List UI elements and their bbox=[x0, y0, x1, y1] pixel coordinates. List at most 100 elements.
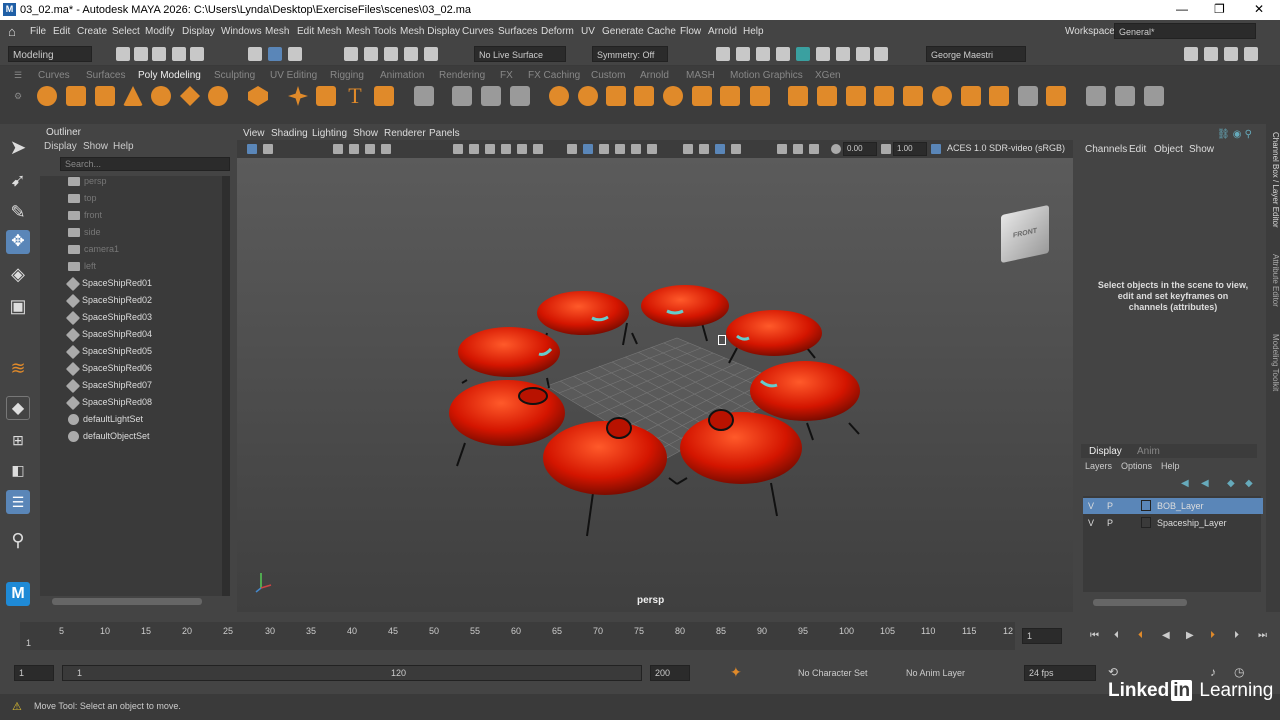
quad-draw-icon[interactable] bbox=[874, 86, 894, 106]
outliner-item[interactable]: SpaceShipRed06 bbox=[65, 361, 152, 379]
outliner-menu-show[interactable]: Show bbox=[83, 141, 108, 152]
snap-curve-icon[interactable] bbox=[364, 47, 378, 61]
layer-playback-toggle[interactable]: P bbox=[1107, 501, 1113, 511]
field-chart-icon[interactable] bbox=[517, 144, 527, 154]
menu-uv[interactable]: UV bbox=[581, 26, 595, 37]
sweep-mesh-icon[interactable] bbox=[316, 86, 336, 106]
viewport-menu-panels[interactable]: Panels bbox=[429, 128, 460, 139]
viewport-menu-show[interactable]: Show bbox=[353, 128, 378, 139]
viewport-menu-lighting[interactable]: Lighting bbox=[312, 128, 347, 139]
anti-aliasing-icon[interactable] bbox=[731, 144, 741, 154]
outliner-item[interactable]: top bbox=[68, 193, 97, 209]
hypershade-icon[interactable] bbox=[796, 47, 810, 61]
grid-toggle-icon[interactable] bbox=[453, 144, 463, 154]
spaceship-red04[interactable] bbox=[458, 327, 560, 389]
menuset-dropdown[interactable]: Modeling bbox=[8, 46, 92, 62]
menu-file[interactable]: File bbox=[30, 26, 46, 37]
shelf-tab-poly-modeling[interactable]: Poly Modeling bbox=[138, 70, 201, 81]
select-object-icon[interactable] bbox=[268, 47, 282, 61]
select-tool-icon[interactable]: ➤ bbox=[6, 136, 30, 160]
side-tab-attribute-editor[interactable]: Attribute Editor bbox=[1266, 254, 1280, 324]
grease-pencil-icon[interactable] bbox=[381, 144, 391, 154]
shelf-tab-curves[interactable]: Curves bbox=[38, 70, 70, 81]
layer-row-bob[interactable]: V P BOB_Layer bbox=[1083, 498, 1263, 514]
layer-name[interactable]: BOB_Layer bbox=[1157, 501, 1204, 511]
anim-layer-dropdown[interactable]: No Anim Layer bbox=[906, 668, 965, 678]
smooth-icon[interactable] bbox=[510, 86, 530, 106]
paint-select-icon[interactable]: ✎ bbox=[6, 200, 30, 224]
type-tool-icon[interactable]: T bbox=[345, 85, 365, 107]
channelbox-menu-show[interactable]: Show bbox=[1189, 144, 1214, 155]
viewport-menu-shading[interactable]: Shading bbox=[271, 128, 308, 139]
shelf-tab-animation[interactable]: Animation bbox=[380, 70, 424, 81]
channelbox-menu-object[interactable]: Object bbox=[1154, 144, 1183, 155]
crease-tool-icon[interactable] bbox=[1086, 86, 1106, 106]
rotate-tool-icon[interactable]: ◈ bbox=[6, 262, 30, 286]
shelf-tab-custom[interactable]: Custom bbox=[591, 70, 625, 81]
outliner-item[interactable]: defaultObjectSet bbox=[68, 431, 150, 447]
wireframe-icon[interactable] bbox=[567, 144, 577, 154]
maya-home-icon[interactable]: M bbox=[6, 582, 30, 606]
menu-curves[interactable]: Curves bbox=[462, 26, 494, 37]
start-time-field[interactable]: 1 bbox=[14, 665, 54, 681]
target-weld-icon[interactable] bbox=[788, 86, 808, 106]
attribute-editor-toggle-icon[interactable] bbox=[1204, 47, 1218, 61]
spaceship-red08[interactable] bbox=[676, 409, 802, 517]
outliner-item[interactable]: SpaceShipRed03 bbox=[65, 310, 152, 328]
outliner-menu-display[interactable]: Display bbox=[44, 141, 77, 152]
render-frame-icon[interactable] bbox=[736, 47, 750, 61]
last-tool-icon[interactable]: ≋ bbox=[6, 356, 30, 380]
multi-cut-icon[interactable] bbox=[750, 86, 770, 106]
viewport-3d[interactable]: FRONT persp bbox=[237, 158, 1073, 612]
gamma-icon[interactable] bbox=[881, 144, 891, 154]
layer-visibility-toggle[interactable]: V bbox=[1088, 518, 1094, 528]
single-perspective-layout-icon[interactable]: ◆ bbox=[6, 396, 30, 420]
new-layer-selected-icon[interactable]: ◆ bbox=[1245, 478, 1253, 489]
image-plane-icon[interactable] bbox=[349, 144, 359, 154]
shelf-tab-mash[interactable]: MASH bbox=[686, 70, 715, 81]
light-editor-icon[interactable] bbox=[836, 47, 850, 61]
sound-icon[interactable]: ♪ bbox=[1210, 665, 1216, 679]
lasso-tool-icon[interactable]: ➹ bbox=[6, 168, 30, 192]
camera-attributes-icon[interactable] bbox=[263, 144, 273, 154]
arnold-render-icon[interactable] bbox=[856, 47, 870, 61]
channel-pin-icon[interactable]: ◉ bbox=[1233, 129, 1242, 140]
smooth-shade-icon[interactable] bbox=[583, 144, 593, 154]
menu-mesh-display[interactable]: Mesh Display bbox=[400, 26, 460, 37]
fps-dropdown[interactable]: 24 fps bbox=[1024, 665, 1096, 681]
shelf-tab-fx[interactable]: FX bbox=[500, 70, 513, 81]
channel-lock-icon[interactable]: ⚲ bbox=[1245, 129, 1252, 140]
step-forward-frame-icon[interactable]: ⏵ bbox=[1210, 630, 1220, 641]
outliner-item[interactable]: side bbox=[68, 227, 101, 243]
view-cube[interactable]: FRONT bbox=[1001, 204, 1049, 264]
poly-cylinder-icon[interactable] bbox=[95, 86, 115, 106]
menu-edit-mesh[interactable]: Edit Mesh bbox=[297, 26, 341, 37]
auto-key-icon[interactable]: ✦ bbox=[730, 664, 742, 681]
shelf-tab-arnold[interactable]: Arnold bbox=[640, 70, 669, 81]
gate-mask-icon[interactable] bbox=[501, 144, 511, 154]
layer-color-swatch[interactable] bbox=[1141, 517, 1151, 528]
combine-icon[interactable] bbox=[452, 86, 472, 106]
minimize-icon[interactable]: — bbox=[1176, 2, 1188, 16]
outliner-layout-icon[interactable]: ☰ bbox=[6, 490, 30, 514]
menu-surfaces[interactable]: Surfaces bbox=[498, 26, 537, 37]
grid-icon[interactable] bbox=[414, 86, 434, 106]
boolean-union-icon[interactable] bbox=[549, 86, 569, 106]
outliner-search-input[interactable]: Search... bbox=[60, 157, 230, 171]
channelbox-menu-edit[interactable]: Edit bbox=[1129, 144, 1146, 155]
outliner-item[interactable]: persp bbox=[68, 176, 107, 192]
menu-cache[interactable]: Cache bbox=[647, 26, 676, 37]
spaceship-red03[interactable] bbox=[726, 310, 822, 364]
spaceship-red02[interactable] bbox=[622, 285, 729, 346]
workspace-dropdown[interactable]: General* bbox=[1114, 23, 1256, 39]
use-all-lights-icon[interactable] bbox=[647, 144, 657, 154]
shelf-tab-surfaces[interactable]: Surfaces bbox=[86, 70, 125, 81]
outliner-item[interactable]: camera1 bbox=[68, 244, 119, 260]
film-gate-icon[interactable] bbox=[469, 144, 479, 154]
layer-menu-options[interactable]: Options bbox=[1121, 461, 1152, 471]
svg-tool-icon[interactable] bbox=[374, 86, 394, 106]
select-hierarchy-icon[interactable] bbox=[248, 47, 262, 61]
snap-view-icon[interactable] bbox=[404, 47, 418, 61]
step-forward-key-icon[interactable]: ⏵ bbox=[1234, 630, 1244, 641]
triangulate-icon[interactable] bbox=[903, 86, 923, 106]
